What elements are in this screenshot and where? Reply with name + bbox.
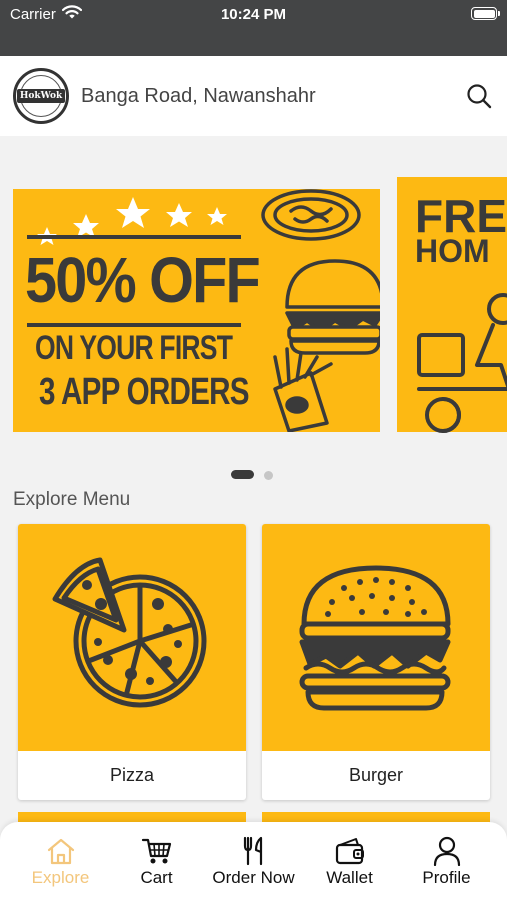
tab-label: Order Now (212, 868, 295, 887)
battery-icon (471, 7, 500, 20)
tab-label: Wallet (326, 868, 373, 887)
search-icon[interactable] (465, 82, 493, 110)
delivery-location[interactable]: Banga Road, Nawanshahr (81, 85, 316, 108)
tab-order-now[interactable]: Order Now (203, 822, 304, 900)
promo-banner-next[interactable]: FRE HOM (397, 177, 507, 433)
promo-rule-bottom (27, 323, 241, 327)
promo-subline: ON YOUR FIRST (35, 329, 233, 367)
promo-headline: 50% OFF (25, 244, 261, 316)
tab-profile[interactable]: Profile (396, 822, 497, 900)
delivery-scooter-icon (417, 293, 507, 433)
promo-carousel[interactable]: 50% OFF ON YOUR FIRST 3 APP ORDERS FRE H… (0, 177, 507, 433)
food-illustration (261, 189, 380, 432)
home-icon (45, 836, 77, 866)
promo-subline-2: 3 APP ORDERS (39, 371, 250, 413)
status-bar: Carrier 10:24 PM (0, 0, 507, 56)
menu-card-pizza[interactable]: Pizza (18, 524, 246, 800)
tab-label: Profile (422, 868, 471, 887)
bottom-tab-bar: Explore Cart Order Now Wallet Profile (0, 822, 507, 900)
section-title: Explore Menu (13, 489, 131, 510)
brand-logo[interactable]: HokWok (13, 68, 69, 124)
burger-icon (262, 524, 490, 751)
promo-banner[interactable]: 50% OFF ON YOUR FIRST 3 APP ORDERS (13, 189, 380, 432)
page-dot[interactable] (264, 471, 273, 480)
logo-text: HokWok (16, 89, 66, 103)
wallet-icon (334, 836, 366, 866)
carousel-pagination[interactable] (0, 470, 507, 482)
tab-label: Cart (140, 868, 173, 887)
tab-label: Explore (31, 868, 90, 887)
app-header: HokWok Banga Road, Nawanshahr (0, 56, 507, 136)
tab-explore[interactable]: Explore (10, 822, 111, 900)
tab-wallet[interactable]: Wallet (299, 822, 400, 900)
cart-icon (141, 836, 173, 866)
tab-cart[interactable]: Cart (106, 822, 207, 900)
fork-knife-icon (238, 836, 270, 866)
page-dot-active[interactable] (231, 470, 254, 479)
person-icon (431, 836, 463, 867)
menu-card-burger[interactable]: Burger (262, 524, 490, 800)
promo-rule-top (27, 235, 241, 239)
menu-card-label: Pizza (109, 765, 154, 785)
menu-card-label: Burger (348, 765, 404, 785)
pizza-icon (18, 524, 246, 751)
clock: 10:24 PM (220, 6, 287, 23)
promo-subline: HOM (415, 233, 490, 269)
